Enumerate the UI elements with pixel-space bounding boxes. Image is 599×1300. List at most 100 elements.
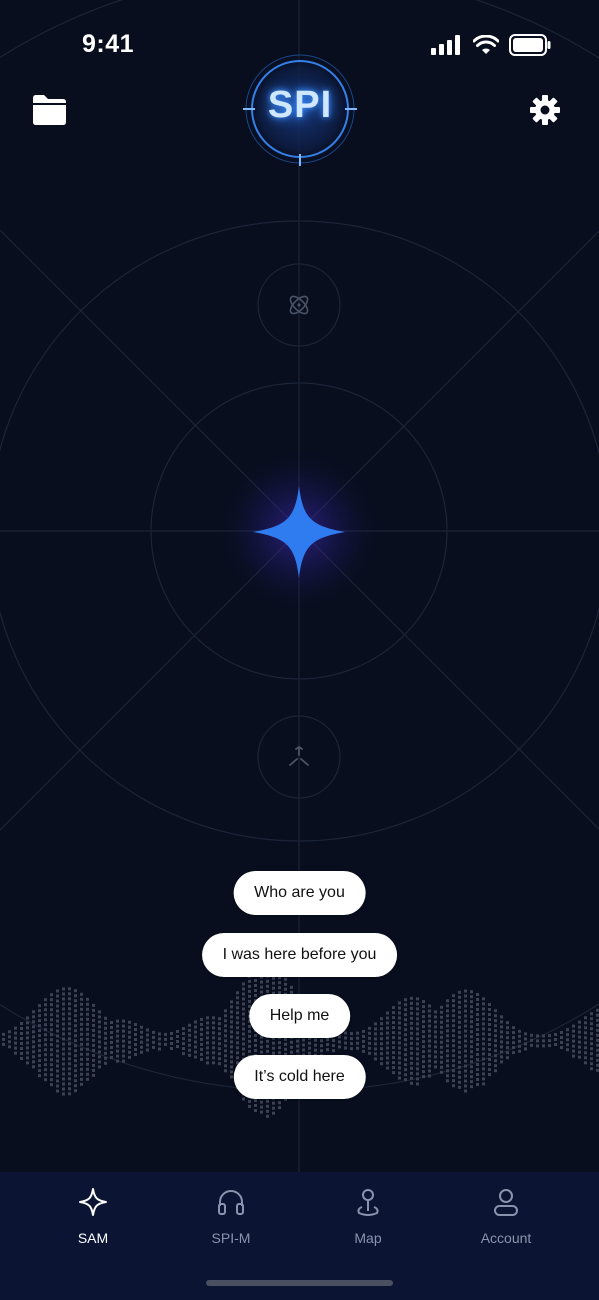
waveform-dot <box>452 1029 455 1033</box>
tab-account[interactable]: Account <box>456 1186 556 1256</box>
waveform-dot <box>32 1025 35 1029</box>
waveform-dot <box>458 1075 461 1079</box>
waveform-dot <box>446 1019 449 1023</box>
waveform-dot <box>158 1042 161 1046</box>
waveform-dot <box>584 1061 587 1065</box>
waveform-dot <box>386 1061 389 1065</box>
settings-button[interactable] <box>523 90 567 130</box>
waveform-dot <box>446 1014 449 1018</box>
waveform-dot <box>422 1035 425 1039</box>
waveform-dot <box>128 1045 131 1049</box>
suggestion-chip[interactable]: Help me <box>248 994 351 1038</box>
waveform-dot <box>494 1059 497 1063</box>
waveform-dot <box>386 1056 389 1060</box>
waveform-dot <box>218 1037 221 1041</box>
waveform-dot <box>128 1050 131 1054</box>
waveform-dot <box>416 1047 419 1051</box>
waveform-dot <box>20 1042 23 1045</box>
waveform-dot <box>428 1069 431 1073</box>
waveform-dot <box>398 1061 401 1065</box>
suggestion-chip[interactable]: Who are you <box>233 871 366 915</box>
waveform-dot <box>248 1039 251 1043</box>
waveform-dot <box>122 1059 125 1063</box>
waveform-dot <box>200 1047 203 1051</box>
waveform-dot <box>482 1032 485 1036</box>
waveform-dot <box>194 1025 197 1029</box>
waveform-dot <box>404 1003 407 1007</box>
logo-text: SPI <box>267 84 333 126</box>
waveform-dot <box>452 1059 455 1063</box>
waveform-dot <box>278 1106 281 1110</box>
waveform-dot <box>518 1044 521 1048</box>
waveform-dot <box>356 1041 359 1045</box>
waveform-dot <box>56 1049 59 1053</box>
waveform-dot <box>26 1016 29 1020</box>
waveform-dot <box>404 1013 407 1017</box>
waveform-dot <box>224 1069 227 1073</box>
waveform-dot <box>266 1114 269 1118</box>
waveform-dot <box>170 1047 173 1050</box>
waveform-dot <box>464 1074 467 1078</box>
waveform-dot <box>446 1004 449 1008</box>
waveform-dot <box>86 1052 89 1056</box>
waveform-dot <box>134 1048 137 1051</box>
waveform-dot <box>68 1007 71 1011</box>
waveform-dot <box>116 1044 119 1048</box>
waveform-dot <box>368 1026 371 1030</box>
waveform-dot <box>206 1061 209 1065</box>
tab-map[interactable]: Map <box>318 1186 418 1256</box>
waveform-dot <box>50 1018 53 1022</box>
waveform-dot <box>476 1003 479 1006</box>
waveform-dot <box>128 1035 131 1039</box>
suggestion-chip[interactable]: It’s cold here <box>233 1055 366 1099</box>
waveform-dot <box>482 1062 485 1066</box>
waveform-dot <box>212 1061 215 1065</box>
sparkle-icon[interactable] <box>251 484 347 580</box>
waveform-dot <box>422 1030 425 1034</box>
waveform-dot <box>476 1023 479 1026</box>
waveform-dot <box>62 1017 65 1021</box>
waveform-dot <box>80 1047 83 1051</box>
waveform-dot <box>410 996 413 1000</box>
waveform-dot <box>368 1051 371 1055</box>
waveform-dot <box>2 1032 5 1036</box>
waveform-dot <box>242 992 245 996</box>
waveform-dot <box>482 1007 485 1011</box>
suggestion-chip[interactable]: I was here before you <box>201 933 398 977</box>
waveform-dot <box>476 1068 479 1071</box>
waveform-dot <box>122 1029 125 1033</box>
waveform-dot <box>416 1057 419 1061</box>
waveform-dot <box>62 992 65 996</box>
waveform-dot <box>488 1043 491 1046</box>
tab-sam[interactable]: SAM <box>43 1186 143 1256</box>
waveform-dot <box>416 1062 419 1066</box>
waveform-dot <box>200 1057 203 1061</box>
waveform-dot <box>254 1104 257 1107</box>
tab-spi-m[interactable]: SPI-M <box>181 1186 281 1256</box>
waveform-dot <box>470 1035 473 1039</box>
waveform-dot <box>230 1000 233 1004</box>
waveform-dot <box>116 1054 119 1058</box>
waveform-dot <box>38 1029 41 1033</box>
waveform-dot <box>464 1009 467 1013</box>
waveform-dot <box>278 1041 281 1045</box>
waveform-dot <box>50 1048 53 1052</box>
user-icon <box>490 1186 522 1218</box>
waveform-dot <box>410 1041 413 1045</box>
waveform-dot <box>464 999 467 1003</box>
waveform-dot <box>248 1034 251 1038</box>
waveform-dot <box>56 1039 59 1043</box>
waveform-dot <box>440 1040 443 1044</box>
waveform-dot <box>590 1027 593 1031</box>
waveform-dot <box>458 1030 461 1034</box>
waveform-dot <box>242 1012 245 1016</box>
waveform-dot <box>428 1019 431 1023</box>
waveform-dot <box>236 1016 239 1020</box>
waveform-dot <box>62 1067 65 1071</box>
waveform-dot <box>584 1056 587 1060</box>
waveform-dot <box>428 1054 431 1058</box>
waveform-dot <box>62 1087 65 1091</box>
waveform-dot <box>458 1060 461 1064</box>
folder-button[interactable] <box>27 90 71 130</box>
waveform-dot <box>236 1031 239 1035</box>
